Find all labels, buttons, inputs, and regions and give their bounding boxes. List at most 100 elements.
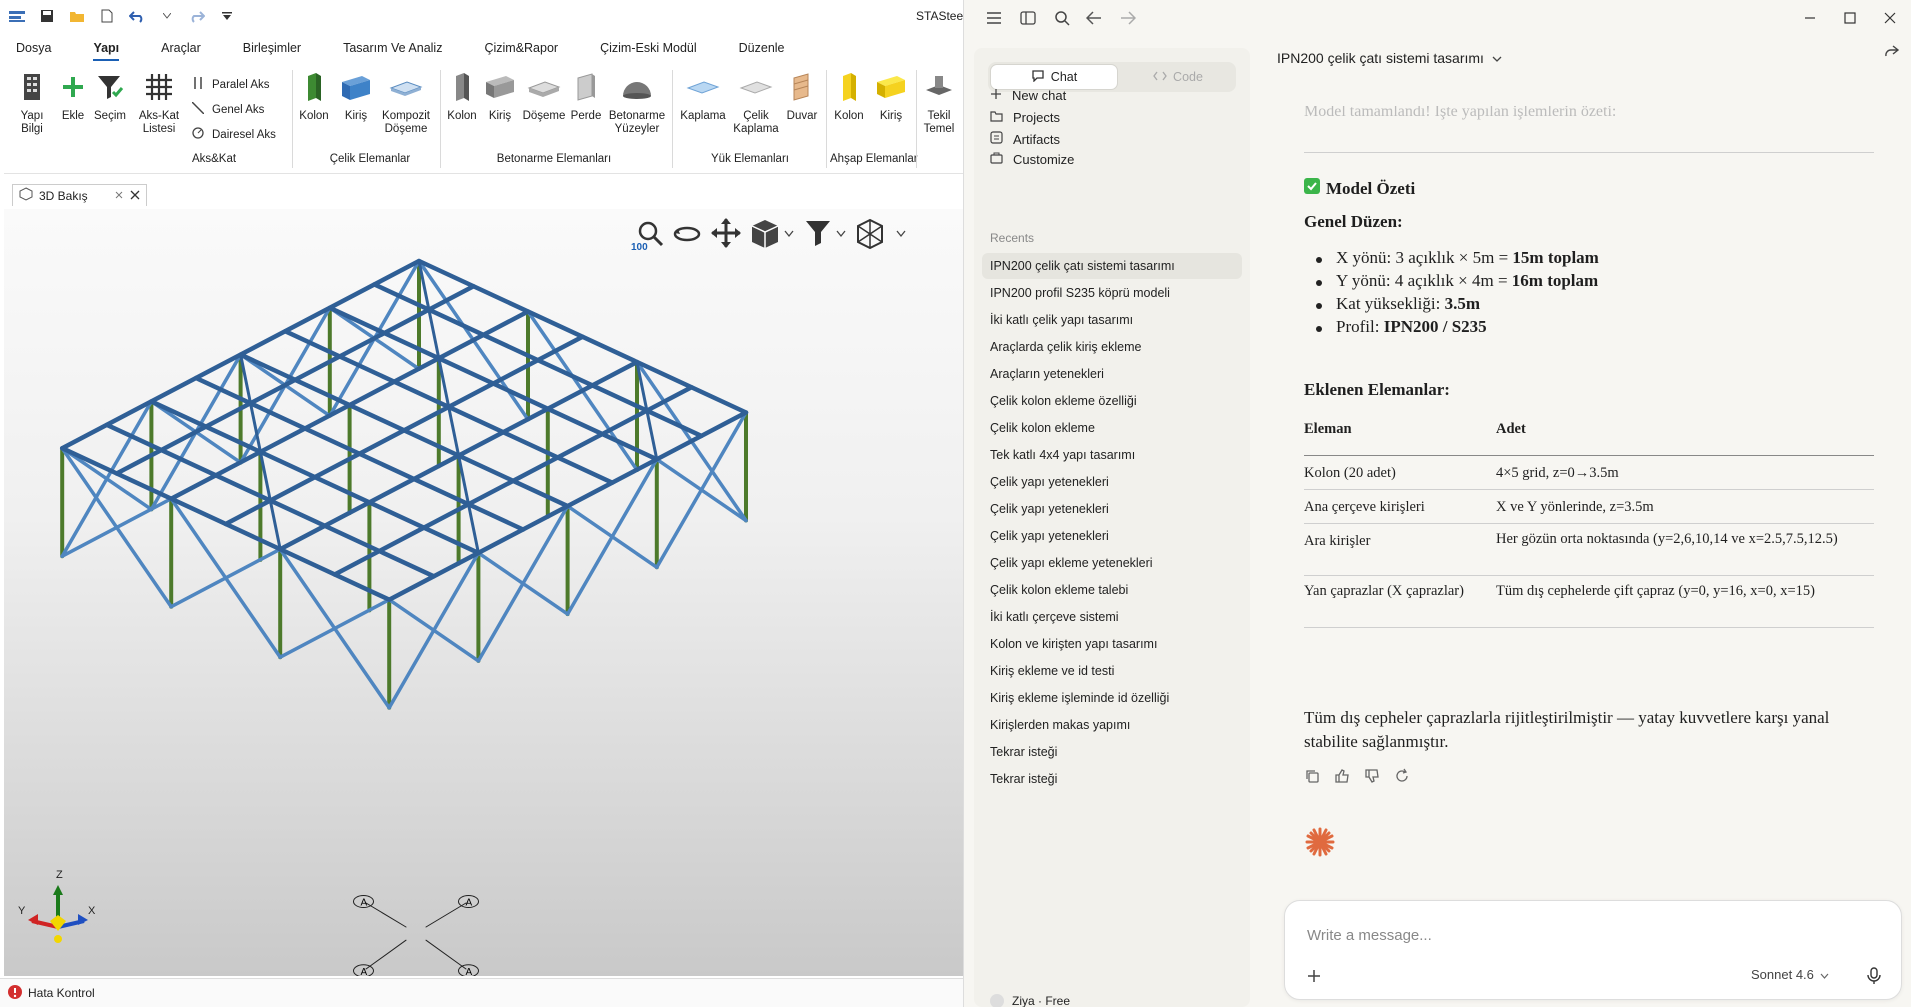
filter-dropdown-icon[interactable] bbox=[836, 227, 846, 241]
view-cube-icon[interactable] bbox=[748, 217, 782, 254]
sidebar-toggle-icon[interactable] bbox=[1020, 11, 1036, 28]
support-line[interactable] bbox=[425, 939, 467, 970]
roof-brace[interactable] bbox=[437, 356, 461, 458]
maximize-icon[interactable] bbox=[1844, 12, 1856, 27]
recent-chat-item[interactable]: Çelik kolon ekleme bbox=[982, 415, 1242, 441]
recent-chat-item[interactable]: Araçlarda çelik kiriş ekleme bbox=[982, 334, 1242, 360]
new-file-icon[interactable] bbox=[98, 7, 116, 25]
yapi-bilgi-button[interactable]: Yapı Bilgi bbox=[12, 72, 52, 136]
save-icon[interactable] bbox=[38, 7, 56, 25]
support-line[interactable] bbox=[425, 902, 467, 928]
3d-viewport[interactable]: A A A A 100 Z X Y bbox=[4, 209, 963, 978]
message-input[interactable]: Write a message... bbox=[1307, 927, 1432, 944]
message-composer[interactable]: Write a message... Sonnet 4.6 bbox=[1284, 900, 1902, 1000]
conversation-title[interactable]: IPN200 çelik çatı sistemi tasarımı bbox=[1277, 50, 1502, 66]
undo-icon[interactable] bbox=[128, 7, 146, 25]
ahsap-kiris-button[interactable]: Kiriş bbox=[870, 72, 912, 123]
menu-icon[interactable] bbox=[986, 11, 1002, 28]
pin-icon[interactable] bbox=[114, 189, 124, 203]
bet-kiris-button[interactable]: Kiriş bbox=[480, 72, 520, 123]
recent-chat-item[interactable]: Çelik yapı ekleme yetenekleri bbox=[982, 550, 1242, 576]
menu-birlesimler[interactable]: Birleşimler bbox=[227, 37, 301, 59]
recent-chat-item[interactable]: IPN200 çelik çatı sistemi tasarımı bbox=[982, 253, 1242, 279]
pan-tool-icon[interactable] bbox=[710, 217, 742, 252]
ekle-button[interactable]: Ekle bbox=[56, 72, 90, 123]
sidebar-item-new-chat[interactable]: New chat bbox=[990, 88, 1066, 103]
copy-icon[interactable] bbox=[1304, 768, 1320, 788]
bet-perde-button[interactable]: Perde bbox=[568, 72, 604, 123]
beam-member[interactable] bbox=[223, 334, 585, 527]
recent-chat-item[interactable]: İki katlı çerçeve sistemi bbox=[982, 604, 1242, 630]
recent-chat-item[interactable]: Kolon ve kirişten yapı tasarımı bbox=[982, 631, 1242, 657]
close-window-icon[interactable] bbox=[1884, 12, 1896, 27]
recent-chat-item[interactable]: Çelik kolon ekleme talebi bbox=[982, 577, 1242, 603]
undo-dropdown-icon[interactable] bbox=[158, 7, 176, 25]
recent-chat-item[interactable]: Çelik kolon ekleme özelliği bbox=[982, 388, 1242, 414]
betonarme-yuzeyler-button[interactable]: Betonarme Yüzeyler bbox=[604, 72, 670, 136]
menu-tasarim[interactable]: Tasarım Ve Analiz bbox=[327, 37, 442, 59]
celik-kolon-button[interactable]: Kolon bbox=[296, 72, 332, 123]
sidebar-item-projects[interactable]: Projects bbox=[990, 110, 1060, 125]
genel-aks-button[interactable]: Genel Aks bbox=[191, 101, 264, 117]
thumbs-up-icon[interactable] bbox=[1334, 768, 1350, 788]
open-folder-icon[interactable] bbox=[68, 7, 86, 25]
celik-kiris-button[interactable]: Kiriş bbox=[336, 72, 376, 123]
celik-kaplama-button[interactable]: Çelik Kaplama bbox=[732, 72, 780, 136]
recent-chat-item[interactable]: Kiriş ekleme işleminde id özelliği bbox=[982, 685, 1242, 711]
minimize-icon[interactable] bbox=[1804, 12, 1816, 27]
error-check-button[interactable]: Hata Kontrol bbox=[28, 986, 95, 1000]
redo-icon[interactable] bbox=[188, 7, 206, 25]
structure-3d-model[interactable]: A A A A bbox=[4, 209, 963, 978]
secim-button[interactable]: Seçim bbox=[92, 72, 128, 123]
support-line[interactable] bbox=[365, 939, 407, 970]
menu-duzenle[interactable]: Düzenle bbox=[723, 37, 785, 59]
sidebar-item-artifacts[interactable]: Artifacts bbox=[990, 131, 1060, 147]
recent-chat-item[interactable]: Kirişlerden makas yapımı bbox=[982, 712, 1242, 738]
recent-chat-item[interactable]: Tek katlı 4x4 yapı tasarımı bbox=[982, 442, 1242, 468]
aks-kat-listesi-button[interactable]: Aks-Kat Listesi bbox=[136, 72, 182, 136]
roof-brace[interactable] bbox=[457, 454, 480, 555]
rotate-tool-icon[interactable] bbox=[672, 221, 702, 250]
sidebar-item-customize[interactable]: Customize bbox=[990, 152, 1074, 167]
recent-chat-item[interactable]: Çelik yapı yetenekleri bbox=[982, 496, 1242, 522]
beam-member[interactable] bbox=[332, 385, 694, 577]
model-selector[interactable]: Sonnet 4.6 bbox=[1751, 967, 1829, 982]
ahsap-kolon-button[interactable]: Kolon bbox=[830, 72, 868, 123]
dairesel-aks-button[interactable]: Dairesel Aks bbox=[192, 127, 276, 142]
user-bar[interactable]: Ziya · Free bbox=[990, 994, 1070, 1007]
beam-member[interactable] bbox=[114, 284, 476, 476]
support-line[interactable] bbox=[365, 902, 407, 928]
recent-chat-item[interactable]: IPN200 profil S235 köprü modeli bbox=[982, 280, 1242, 306]
menu-araclar[interactable]: Araçlar bbox=[145, 37, 201, 59]
retry-icon[interactable] bbox=[1394, 768, 1410, 788]
roof-brace[interactable] bbox=[239, 353, 262, 454]
recent-chat-item[interactable]: Kiriş ekleme ve id testi bbox=[982, 658, 1242, 684]
menu-cizim-eski[interactable]: Çizim-Eski Modül bbox=[584, 37, 697, 59]
tab-code[interactable]: Code bbox=[1114, 64, 1242, 90]
paralel-aks-button[interactable]: Paralel Aks bbox=[192, 77, 270, 92]
tab-3d-view[interactable]: 3D Bakış bbox=[12, 184, 147, 206]
attach-plus-icon[interactable] bbox=[1307, 969, 1321, 986]
customize-toolbar-icon[interactable] bbox=[218, 7, 236, 25]
menu-dosya[interactable]: Dosya bbox=[0, 37, 51, 59]
tekil-temel-button[interactable]: Tekil Temel bbox=[920, 72, 958, 136]
tab-chat[interactable]: Chat bbox=[990, 64, 1118, 90]
filter-tool-icon[interactable] bbox=[804, 218, 832, 251]
recent-chat-item[interactable]: Çelik yapı yetenekleri bbox=[982, 469, 1242, 495]
roof-brace[interactable] bbox=[258, 450, 282, 551]
microphone-icon[interactable] bbox=[1867, 967, 1881, 988]
close-tab-icon[interactable] bbox=[130, 189, 140, 203]
bet-kolon-button[interactable]: Kolon bbox=[444, 72, 480, 123]
view-dropdown-icon[interactable] bbox=[784, 227, 794, 241]
duvar-button[interactable]: Duvar bbox=[782, 72, 822, 123]
recent-chat-item[interactable]: Tekrar isteği bbox=[982, 739, 1242, 765]
recent-chat-item[interactable]: Araçların yetenekleri bbox=[982, 361, 1242, 387]
menu-cizim-rapor[interactable]: Çizim&Rapor bbox=[468, 37, 558, 59]
recent-chat-item[interactable]: Çelik yapı yetenekleri bbox=[982, 523, 1242, 549]
search-icon[interactable] bbox=[1054, 10, 1070, 29]
section-dropdown-icon[interactable] bbox=[896, 227, 906, 241]
recent-chat-item[interactable]: Tekrar isteği bbox=[982, 766, 1242, 792]
menu-yapi[interactable]: Yapı bbox=[77, 37, 119, 61]
kompozit-doseme-button[interactable]: Kompozit Döşeme bbox=[376, 72, 436, 136]
recent-chat-item[interactable]: İki katlı çelik yapı tasarımı bbox=[982, 307, 1242, 333]
